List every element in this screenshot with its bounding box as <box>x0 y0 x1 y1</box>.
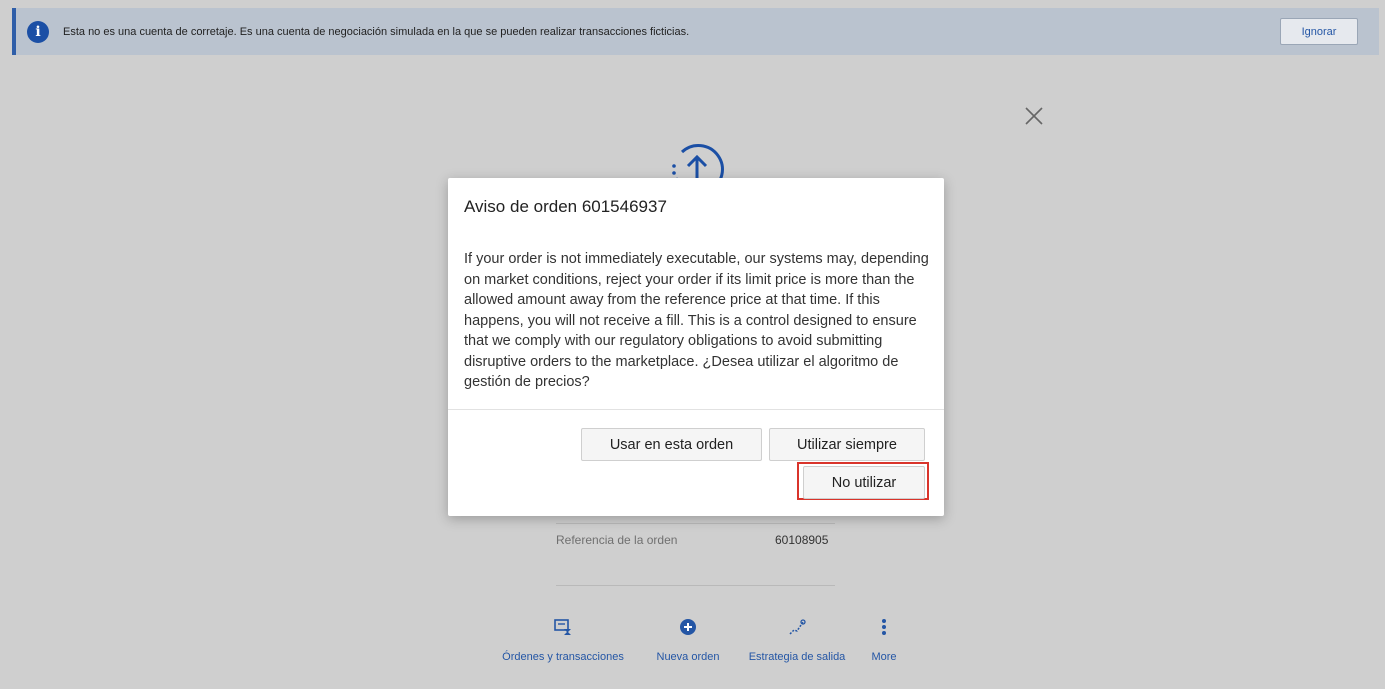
more-vertical-icon <box>875 618 893 641</box>
dialog-title: Aviso de orden 601546937 <box>464 197 667 216</box>
dialog-divider <box>448 409 944 410</box>
dialog-message: If your order is not immediately executa… <box>464 251 929 390</box>
info-icon: i <box>27 20 49 43</box>
new-order-label: Nueva orden <box>656 651 720 663</box>
order-reference-label: Referencia de la orden <box>556 533 678 547</box>
orders-and-transactions-link[interactable]: Órdenes y transacciones <box>492 618 634 663</box>
orders-and-transactions-label: Órdenes y transacciones <box>502 651 624 663</box>
exit-strategy-link[interactable]: Estrategia de salida <box>740 618 854 663</box>
new-order-link[interactable]: Nueva orden <box>648 618 728 663</box>
divider <box>556 523 835 524</box>
exit-strategy-label: Estrategia de salida <box>748 651 846 663</box>
exit-strategy-icon <box>788 618 806 641</box>
plus-circle-icon <box>679 618 697 641</box>
orders-icon <box>554 618 572 641</box>
ignore-button[interactable]: Ignorar <box>1280 18 1358 45</box>
close-icon[interactable] <box>1024 106 1044 131</box>
do-not-use-button[interactable]: No utilizar <box>803 466 925 499</box>
more-label: More <box>871 651 897 663</box>
order-warning-dialog: Aviso de orden 601546937 If your order i… <box>448 178 944 516</box>
order-reference-value: 60108905 <box>775 533 829 547</box>
more-link[interactable]: More <box>866 618 902 663</box>
simulated-account-banner: i Esta no es una cuenta de corretaje. Es… <box>12 8 1379 55</box>
always-use-button[interactable]: Utilizar siempre <box>769 428 925 461</box>
use-in-this-order-button[interactable]: Usar en esta orden <box>581 428 762 461</box>
banner-message: Esta no es una cuenta de corretaje. Es u… <box>63 25 690 38</box>
divider <box>556 585 835 586</box>
